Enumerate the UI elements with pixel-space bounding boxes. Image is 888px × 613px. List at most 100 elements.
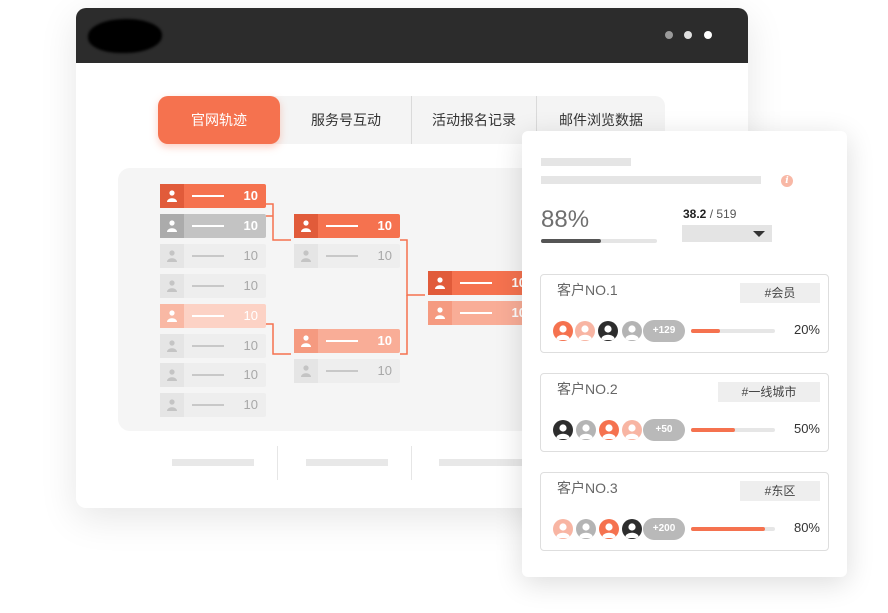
avatar <box>620 517 644 541</box>
label-placeholder <box>192 225 224 227</box>
subtitle-placeholder <box>541 176 761 184</box>
customer-tag: #东区 <box>740 481 820 501</box>
avatar <box>551 319 575 343</box>
tree-node[interactable]: 10 <box>160 184 266 208</box>
node-count: 10 <box>243 397 258 412</box>
avatar <box>574 517 598 541</box>
user-icon <box>160 304 184 328</box>
ratio-readout: 38.2 / 519 <box>683 207 736 221</box>
node-count: 10 <box>243 278 258 293</box>
tree-node[interactable]: 10 <box>160 244 266 268</box>
node-count: 10 <box>377 333 392 348</box>
footer-placeholder <box>172 459 254 466</box>
node-count: 10 <box>377 248 392 263</box>
customer-progress-fill <box>691 527 765 531</box>
label-placeholder <box>192 374 224 376</box>
footer-divider <box>411 446 412 480</box>
tab-event-registration[interactable]: 活动报名记录 <box>412 96 536 144</box>
tree-node[interactable]: 10 <box>294 359 400 383</box>
user-icon <box>428 301 452 325</box>
customer-card[interactable]: 客户NO.2 #一线城市 +50 50% <box>540 373 829 452</box>
user-icon <box>294 214 318 238</box>
customer-progress-fill <box>691 329 721 333</box>
more-count-badge[interactable]: +50 <box>643 419 685 441</box>
user-icon <box>160 334 184 358</box>
filter-select[interactable] <box>682 225 772 242</box>
tree-node[interactable]: 10 <box>160 334 266 358</box>
user-icon <box>160 244 184 268</box>
user-icon <box>160 274 184 298</box>
more-count-badge[interactable]: +129 <box>643 320 685 342</box>
avatar <box>597 517 621 541</box>
customer-tag: #一线城市 <box>718 382 820 402</box>
tree-node[interactable]: 10 <box>294 329 400 353</box>
customer-percentage: 80% <box>793 520 820 535</box>
label-placeholder <box>326 370 358 372</box>
label-placeholder <box>326 340 358 342</box>
overall-progress <box>541 239 657 243</box>
tree-node[interactable]: 10 <box>294 214 400 238</box>
label-placeholder <box>192 285 224 287</box>
user-icon <box>428 271 452 295</box>
tree-node[interactable]: 10 <box>160 393 266 417</box>
dot-icon[interactable] <box>684 31 692 39</box>
user-icon <box>160 363 184 387</box>
node-count: 10 <box>377 218 392 233</box>
tree-node[interactable]: 10 <box>160 214 266 238</box>
customer-percentage: 50% <box>793 421 820 436</box>
customer-title: 客户NO.3 <box>557 480 618 496</box>
tree-node[interactable]: 10 <box>294 244 400 268</box>
customer-title: 客户NO.1 <box>557 282 618 298</box>
user-icon <box>160 184 184 208</box>
customer-card[interactable]: 客户NO.1 #会员 +129 20% <box>540 274 829 353</box>
customer-card[interactable]: 客户NO.3 #东区 +200 80% <box>540 472 829 551</box>
dot-icon[interactable] <box>704 31 712 39</box>
info-icon[interactable]: i <box>781 175 793 187</box>
node-count: 10 <box>243 248 258 263</box>
tree-node[interactable]: 10 <box>428 271 534 295</box>
label-placeholder <box>460 312 492 314</box>
user-icon <box>294 244 318 268</box>
node-count: 10 <box>243 367 258 382</box>
customer-title: 客户NO.2 <box>557 381 618 397</box>
overall-progress-fill <box>541 239 602 243</box>
tree-node[interactable]: 10 <box>428 301 534 325</box>
customer-progress <box>691 527 775 531</box>
tree-node[interactable]: 10 <box>160 304 266 328</box>
label-placeholder <box>326 255 358 257</box>
node-count: 10 <box>243 338 258 353</box>
avatar <box>551 418 575 442</box>
tree-node[interactable]: 10 <box>160 363 266 387</box>
redacted-logo <box>88 19 162 53</box>
customer-tag: #会员 <box>740 283 820 303</box>
title-bar <box>76 8 748 63</box>
ratio-total: / 519 <box>709 207 737 221</box>
node-count: 10 <box>243 218 258 233</box>
tab-service-interaction[interactable]: 服务号互动 <box>280 96 412 144</box>
tree-node[interactable]: 10 <box>160 274 266 298</box>
customer-progress <box>691 329 775 333</box>
ratio-value: 38.2 <box>683 207 707 221</box>
label-placeholder <box>460 282 492 284</box>
customer-progress <box>691 428 775 432</box>
avatar <box>574 418 598 442</box>
avatar <box>597 418 621 442</box>
label-placeholder <box>192 255 224 257</box>
more-count-badge[interactable]: +200 <box>643 518 685 540</box>
dot-icon[interactable] <box>665 31 673 39</box>
tab-website-trail[interactable]: 官网轨迹 <box>158 96 280 144</box>
customer-progress-fill <box>691 428 735 432</box>
avatar <box>620 418 644 442</box>
label-placeholder <box>192 345 224 347</box>
label-placeholder <box>192 404 224 406</box>
label-placeholder <box>192 195 224 197</box>
customer-panel: i 88% 38.2 / 519 客户NO.1 #会员 +129 20% 客户N… <box>522 131 847 577</box>
footer-placeholder <box>439 459 529 466</box>
user-icon <box>160 393 184 417</box>
user-icon <box>294 329 318 353</box>
avatar <box>551 517 575 541</box>
avatar <box>573 319 597 343</box>
label-placeholder <box>192 315 224 317</box>
caret-down-icon <box>753 231 765 237</box>
user-icon <box>294 359 318 383</box>
